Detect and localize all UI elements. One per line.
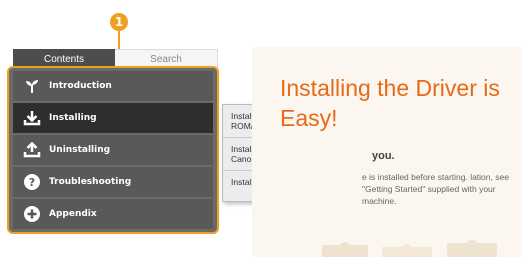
upload-icon: [23, 141, 41, 159]
puzzle-pieces-decoration: [322, 240, 497, 257]
sprout-icon: [23, 77, 41, 95]
preview-title: Installing the Driver is Easy!: [280, 75, 500, 131]
menu-item-label: Installing: [49, 113, 97, 123]
menu-item-label: Uninstalling: [49, 145, 111, 155]
preview-body-text: e is installed before starting. lation, …: [362, 172, 509, 206]
preview-panel: Installing the Driver is Easy! you. e is…: [252, 47, 522, 257]
plus-icon: [23, 205, 41, 223]
question-icon: ?: [23, 173, 41, 191]
menu-item-introduction[interactable]: Introduction: [13, 71, 213, 101]
menu-item-installing[interactable]: Installing: [13, 103, 213, 133]
svg-text:?: ?: [29, 176, 35, 189]
menu-item-label: Appendix: [49, 209, 97, 219]
menu-item-appendix[interactable]: Appendix: [13, 199, 213, 229]
download-icon: [23, 109, 41, 127]
menu-item-uninstalling[interactable]: Uninstalling: [13, 135, 213, 165]
preview-subtitle: you.: [372, 150, 395, 162]
sidebar-menu: Introduction Installing Uninstalling ? T…: [7, 66, 219, 234]
callout-number-badge: 1: [110, 13, 128, 31]
menu-item-troubleshooting[interactable]: ? Troubleshooting: [13, 167, 213, 197]
menu-item-label: Introduction: [49, 81, 112, 91]
menu-item-label: Troubleshooting: [49, 177, 132, 187]
